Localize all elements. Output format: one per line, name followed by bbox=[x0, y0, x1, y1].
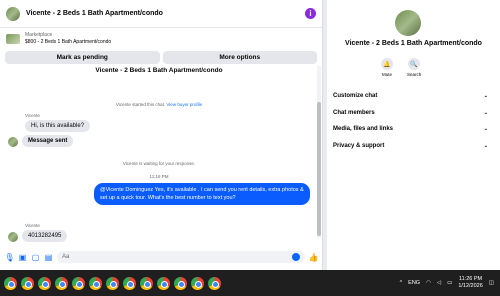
section-label: Chat members bbox=[333, 109, 375, 116]
message-input[interactable]: Aa bbox=[57, 251, 305, 263]
section-customize-chat[interactable]: Customize chat ⌄ bbox=[333, 88, 488, 105]
chrome-icon[interactable] bbox=[4, 276, 17, 290]
chevron-down-icon: ⌄ bbox=[483, 126, 488, 133]
conversation-avatar[interactable] bbox=[395, 10, 421, 36]
message-list: Vicente - 2 Beds 1 Bath Apartment/condo … bbox=[0, 62, 318, 246]
listing-row[interactable]: Marketplace $800 - 2 Beds 1 Bath Apartme… bbox=[0, 28, 322, 50]
section-label: Media, files and links bbox=[333, 126, 394, 133]
chrome-icon[interactable] bbox=[21, 276, 34, 290]
info-actions: 🔔 Mute 🔍 Search bbox=[381, 58, 421, 77]
chrome-icon[interactable] bbox=[208, 276, 221, 290]
message-bubble[interactable]: 4013282495 bbox=[22, 230, 68, 242]
chat-started-text: Vicente started this chat. bbox=[115, 102, 166, 107]
message-timestamp: 11:16 PM bbox=[149, 174, 169, 179]
sender-name: Vicente bbox=[25, 113, 40, 118]
scrollbar[interactable] bbox=[317, 66, 321, 238]
info-icon[interactable]: i bbox=[305, 8, 316, 19]
section-label: Privacy & support bbox=[333, 142, 385, 149]
section-privacy-support[interactable]: Privacy & support ⌄ bbox=[333, 138, 488, 155]
message-row: Hi, is this available? bbox=[25, 120, 318, 132]
microphone-icon[interactable]: 🎙 bbox=[4, 253, 14, 262]
clock-time: 11:26 PM bbox=[458, 276, 483, 282]
view-buyer-profile-link[interactable]: View buyer profile bbox=[166, 102, 202, 107]
info-sections: Customize chat ⌄ Chat members ⌄ Media, f… bbox=[333, 88, 488, 154]
search-button[interactable]: 🔍 Search bbox=[407, 58, 421, 77]
message-row: Message sent bbox=[8, 135, 318, 147]
avatar[interactable] bbox=[8, 137, 18, 147]
chrome-icon[interactable] bbox=[106, 276, 119, 290]
info-title: Vicente - 2 Beds 1 Bath Apartment/condo bbox=[345, 40, 482, 47]
search-label: Search bbox=[407, 72, 422, 77]
chrome-icon[interactable] bbox=[191, 276, 204, 290]
language-indicator[interactable]: ENG bbox=[408, 280, 420, 286]
clock[interactable]: 11:26 PM 1/12/2026 bbox=[458, 276, 482, 290]
gif-icon[interactable]: ▤ bbox=[44, 253, 53, 262]
listing-name: $800 - 2 Beds 1 Bath Apartment/condo bbox=[25, 39, 112, 45]
notification-icon[interactable]: ◫ bbox=[489, 280, 494, 286]
thread-title: Vicente - 2 Beds 1 Bath Apartment/condo bbox=[95, 67, 223, 74]
outgoing-message-bubble[interactable]: @Vicente Dominguez Yes, it's available .… bbox=[94, 183, 310, 205]
clock-date: 1/12/2026 bbox=[458, 283, 483, 289]
battery-icon[interactable]: ▭ bbox=[447, 280, 452, 286]
thumbs-up-icon[interactable]: 👍 bbox=[309, 253, 319, 262]
message-row: @Vicente Dominguez Yes, it's available .… bbox=[0, 183, 318, 205]
bell-icon: 🔔 bbox=[381, 58, 393, 70]
chevron-down-icon: ⌄ bbox=[483, 93, 488, 100]
chrome-icon[interactable] bbox=[140, 276, 153, 290]
taskbar: ^ ENG ◠ ◁ ▭ 11:26 PM 1/12/2026 ◫ bbox=[0, 270, 500, 296]
message-input-placeholder: Aa bbox=[62, 254, 70, 260]
chrome-icon[interactable] bbox=[38, 276, 51, 290]
section-chat-members[interactable]: Chat members ⌄ bbox=[333, 105, 488, 122]
chrome-icon[interactable] bbox=[72, 276, 85, 290]
mute-button[interactable]: 🔔 Mute bbox=[381, 58, 393, 77]
chat-header: Vicente - 2 Beds 1 Bath Apartment/condo … bbox=[0, 0, 322, 28]
section-media-files-links[interactable]: Media, files and links ⌄ bbox=[333, 121, 488, 138]
message-bubble[interactable]: Hi, is this available? bbox=[25, 120, 91, 132]
avatar[interactable] bbox=[8, 232, 18, 242]
message-bubble[interactable]: Message sent bbox=[22, 135, 74, 147]
chrome-icon[interactable] bbox=[55, 276, 68, 290]
chrome-icon[interactable] bbox=[89, 276, 102, 290]
scroll-thumb[interactable] bbox=[317, 102, 321, 236]
composer: 🎙 ▣ ▢ ▤ Aa 👍 bbox=[0, 248, 323, 266]
chrome-icon[interactable] bbox=[174, 276, 187, 290]
message-row: 4013282495 bbox=[8, 230, 318, 242]
chrome-icon[interactable] bbox=[157, 276, 170, 290]
chevron-down-icon: ⌄ bbox=[483, 109, 488, 116]
chevron-up-icon[interactable]: ^ bbox=[400, 280, 403, 286]
chrome-icon[interactable] bbox=[123, 276, 136, 290]
sender-name: Vicente bbox=[25, 223, 40, 228]
mute-label: Mute bbox=[381, 72, 392, 77]
avatar[interactable] bbox=[6, 6, 20, 21]
wifi-icon[interactable]: ◠ bbox=[426, 280, 431, 286]
section-label: Customize chat bbox=[333, 93, 378, 100]
chat-title[interactable]: Vicente - 2 Beds 1 Bath Apartment/condo bbox=[26, 10, 305, 17]
listing-thumbnail bbox=[6, 34, 20, 44]
emoji-icon[interactable] bbox=[292, 253, 300, 261]
sticker-icon[interactable]: ▢ bbox=[31, 253, 40, 262]
listing-source: Marketplace bbox=[25, 32, 53, 38]
taskbar-apps bbox=[0, 276, 221, 290]
search-icon: 🔍 bbox=[408, 58, 421, 70]
system-tray: ^ ENG ◠ ◁ ▭ 11:26 PM 1/12/2026 ◫ bbox=[400, 270, 494, 296]
volume-icon[interactable]: ◁ bbox=[437, 280, 441, 286]
image-icon[interactable]: ▣ bbox=[18, 253, 27, 262]
chevron-down-icon: ⌄ bbox=[483, 142, 488, 149]
